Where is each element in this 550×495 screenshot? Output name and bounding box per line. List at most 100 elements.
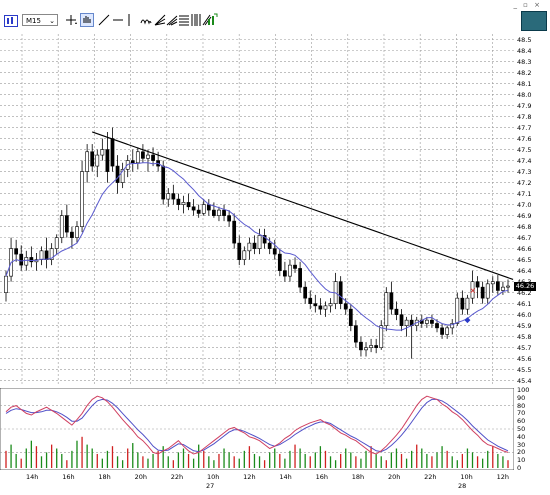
candle bbox=[39, 250, 44, 260]
price-tick-label: 47.4 bbox=[517, 156, 532, 165]
price-tick-label: 46.4 bbox=[517, 266, 532, 275]
osc-tick-label: 10 bbox=[517, 456, 526, 465]
candle bbox=[404, 319, 409, 326]
cycle-icon[interactable] bbox=[140, 13, 152, 27]
price-tick-label: 45.7 bbox=[517, 343, 532, 352]
price-axis: 48.5 48.4 48.3 48.2 48.1 48.0 47.9 47.8 47.7 47.6… bbox=[514, 34, 550, 385]
candle bbox=[359, 341, 363, 351]
candle bbox=[288, 264, 292, 277]
candle bbox=[161, 165, 166, 200]
pitchfork-icon[interactable] bbox=[166, 13, 178, 27]
osc-tick-label: 70 bbox=[517, 409, 526, 418]
fib-fan-icon[interactable] bbox=[154, 13, 166, 27]
candle bbox=[389, 292, 394, 310]
candle bbox=[70, 231, 74, 238]
candle bbox=[445, 327, 450, 335]
price-tick-label: 47.5 bbox=[517, 145, 532, 154]
candle bbox=[29, 257, 34, 263]
candle bbox=[277, 253, 282, 271]
candle bbox=[201, 204, 206, 214]
price-tick-label: 48.2 bbox=[517, 68, 532, 77]
candle bbox=[369, 345, 373, 348]
candle bbox=[283, 270, 287, 277]
candle bbox=[130, 160, 135, 164]
candle bbox=[110, 138, 115, 167]
candle bbox=[196, 209, 201, 214]
candle bbox=[475, 281, 480, 288]
chevron-down-icon: ⌄ bbox=[49, 17, 55, 25]
price-tick-label: 48.4 bbox=[517, 46, 532, 55]
hline-icon[interactable] bbox=[112, 13, 124, 27]
candle bbox=[354, 325, 358, 343]
candle bbox=[440, 327, 444, 335]
candle bbox=[257, 235, 262, 249]
crosshair-icon[interactable] bbox=[64, 13, 78, 27]
price-tick-label: 46.0 bbox=[517, 310, 532, 319]
hand-icon[interactable] bbox=[80, 13, 94, 27]
price-tick-label: 48.5 bbox=[517, 35, 532, 44]
candle bbox=[59, 215, 64, 238]
price-tick-label: 46.9 bbox=[517, 211, 532, 220]
candle bbox=[19, 253, 24, 266]
time-tick-label: 16h bbox=[315, 473, 328, 481]
candle bbox=[95, 154, 100, 167]
signal-icon[interactable] bbox=[206, 13, 218, 27]
sell-arrow-icon: ✕ bbox=[470, 286, 477, 295]
candle bbox=[465, 297, 470, 310]
price-tick-label: 47.1 bbox=[517, 189, 532, 198]
line-icon[interactable] bbox=[98, 13, 110, 27]
candle bbox=[115, 165, 120, 183]
price-tick-label: 47.9 bbox=[517, 101, 532, 110]
fib-icon[interactable] bbox=[190, 13, 202, 27]
oscillator-chart[interactable] bbox=[0, 388, 514, 470]
brand-logo bbox=[521, 11, 547, 31]
price-chart[interactable]: ✕ bbox=[0, 34, 514, 384]
candle bbox=[399, 314, 404, 326]
time-tick-label: 18h bbox=[98, 473, 111, 481]
candle bbox=[176, 198, 181, 205]
candle bbox=[222, 209, 226, 216]
candle bbox=[379, 325, 384, 348]
vline-icon[interactable] bbox=[126, 13, 132, 27]
price-tick-label: 45.6 bbox=[517, 354, 532, 363]
candle bbox=[495, 281, 500, 291]
candle bbox=[435, 323, 439, 329]
candle bbox=[146, 154, 150, 159]
current-price-label: 46.26 bbox=[514, 281, 536, 291]
candle bbox=[318, 305, 323, 310]
price-tick-label: 46.1 bbox=[517, 299, 532, 308]
time-tick-label: 14h bbox=[26, 473, 39, 481]
candle bbox=[4, 275, 8, 293]
candle bbox=[75, 226, 79, 238]
candle bbox=[141, 151, 145, 159]
channel-icon[interactable] bbox=[178, 13, 190, 27]
osc-tick-label: 50 bbox=[517, 425, 526, 433]
trendline bbox=[92, 131, 514, 280]
candle bbox=[44, 250, 49, 260]
time-tick-label: 10h bbox=[206, 473, 220, 481]
candle bbox=[506, 285, 510, 288]
price-tick-label: 45.5 bbox=[517, 365, 532, 374]
time-tick-label: 18h bbox=[351, 473, 365, 481]
price-tick-label: 45.4 bbox=[517, 376, 532, 385]
timeframe-label: M15 bbox=[26, 17, 41, 25]
osc-tick-label: 60 bbox=[517, 417, 526, 426]
candle bbox=[237, 242, 242, 260]
candle bbox=[384, 292, 389, 326]
candle bbox=[206, 204, 211, 211]
window-controls[interactable]: _ ▫ × bbox=[513, 1, 542, 9]
candle bbox=[252, 242, 257, 249]
candle bbox=[227, 215, 231, 222]
timeframe-selector[interactable]: M15 ⌄ bbox=[22, 14, 58, 26]
candle bbox=[480, 286, 485, 299]
price-tick-label: 47.6 bbox=[517, 134, 532, 143]
candle bbox=[430, 319, 434, 324]
date-label: 27 bbox=[206, 482, 215, 490]
osc-tick-label: 80 bbox=[517, 401, 526, 410]
chart-type-icon[interactable] bbox=[4, 14, 18, 28]
candle bbox=[242, 250, 247, 260]
candle bbox=[85, 151, 90, 172]
osc-tick-label: 100 bbox=[517, 386, 530, 394]
candle bbox=[343, 303, 348, 310]
candle bbox=[186, 202, 191, 208]
